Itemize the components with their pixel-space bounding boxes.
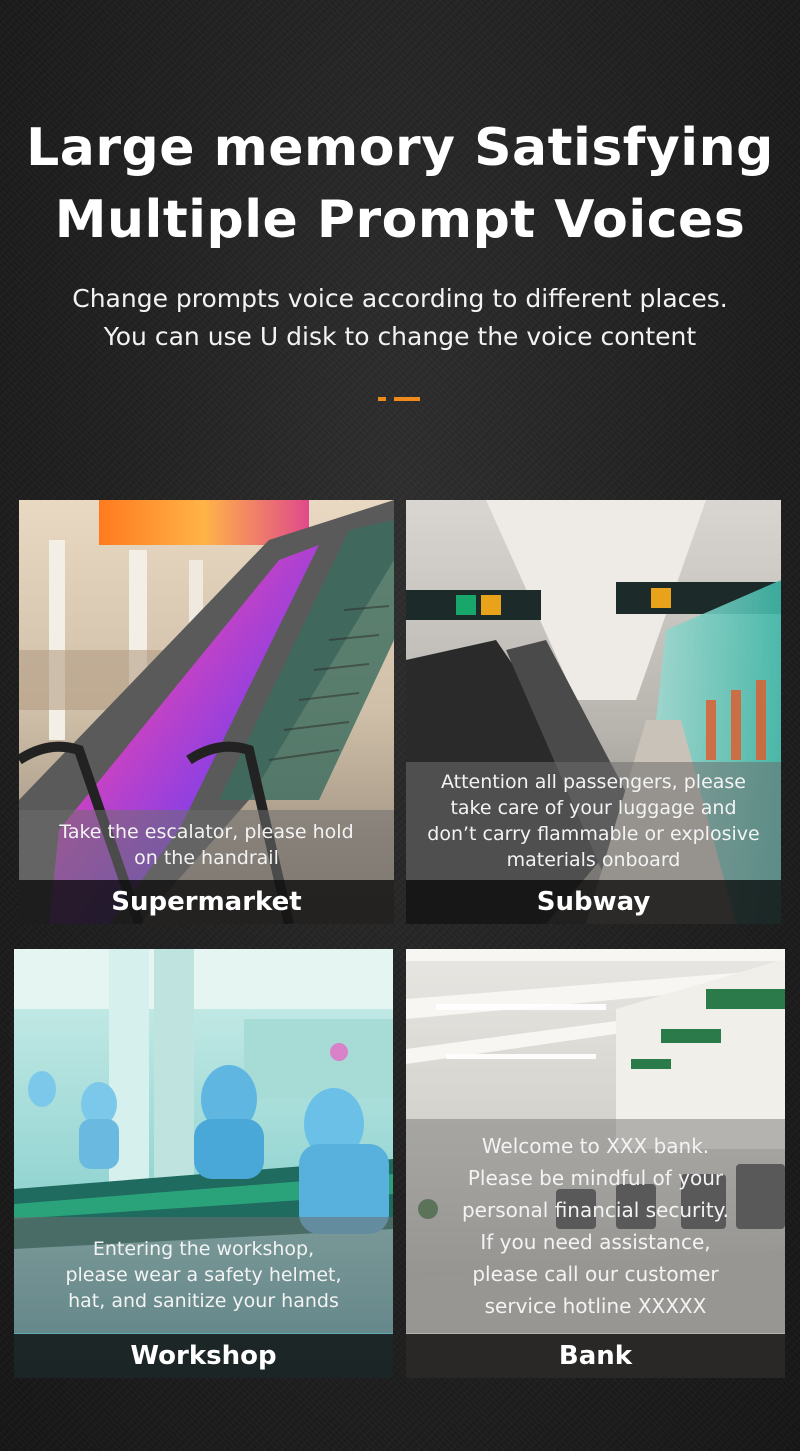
caption-line: please wear a safety helmet,: [65, 1264, 342, 1286]
caption-workshop: Entering the workshop, please wear a saf…: [14, 1217, 393, 1333]
caption-bank: Welcome to XXX bank. Please be mindful o…: [406, 1119, 785, 1333]
card-subway: Attention all passengers, please take ca…: [406, 500, 781, 924]
caption-line: materials onboard: [506, 849, 681, 871]
caption-line: If you need assistance,: [480, 1230, 711, 1254]
page-subtitle: Change prompts voice according to differ…: [0, 280, 800, 356]
caption-line: don’t carry flammable or explosive: [427, 823, 760, 845]
caption-line: Please be mindful of your: [467, 1166, 724, 1190]
caption-subway: Attention all passengers, please take ca…: [406, 762, 781, 880]
caption-line: Entering the workshop,: [92, 1238, 315, 1260]
caption-line: take care of your luggage and: [450, 797, 737, 819]
caption-line: service hotline XXXXX: [484, 1294, 707, 1318]
caption-line: Take the escalator, please hold: [59, 821, 354, 843]
subtitle-line-1: Change prompts voice according to differ…: [72, 284, 728, 313]
card-bank: Welcome to XXX bank. Please be mindful o…: [406, 949, 785, 1378]
caption-line: please call our customer: [472, 1262, 719, 1286]
caption-line: personal financial security.: [461, 1198, 729, 1222]
card-label-workshop: Workshop: [14, 1334, 393, 1378]
page-title: Large memory Satisfying Multiple Prompt …: [0, 112, 800, 256]
card-label-bank: Bank: [406, 1334, 785, 1378]
title-line-2: Multiple Prompt Voices: [54, 190, 746, 250]
caption-line: Attention all passengers, please: [440, 771, 746, 793]
card-label-supermarket: Supermarket: [19, 880, 394, 924]
title-line-1: Large memory Satisfying: [26, 118, 774, 178]
caption-line: Welcome to XXX bank.: [481, 1134, 710, 1158]
caption-line: on the handrail: [134, 847, 279, 869]
card-supermarket: Take the escalator, please hold on the h…: [19, 500, 394, 924]
caption-line: hat, and sanitize your hands: [68, 1290, 339, 1312]
card-label-subway: Subway: [406, 880, 781, 924]
accent-dash-short: [378, 397, 386, 401]
caption-supermarket: Take the escalator, please hold on the h…: [19, 810, 394, 880]
accent-dash-long: [394, 397, 420, 401]
card-workshop: Entering the workshop, please wear a saf…: [14, 949, 393, 1378]
subtitle-line-2: You can use U disk to change the voice c…: [103, 322, 697, 351]
